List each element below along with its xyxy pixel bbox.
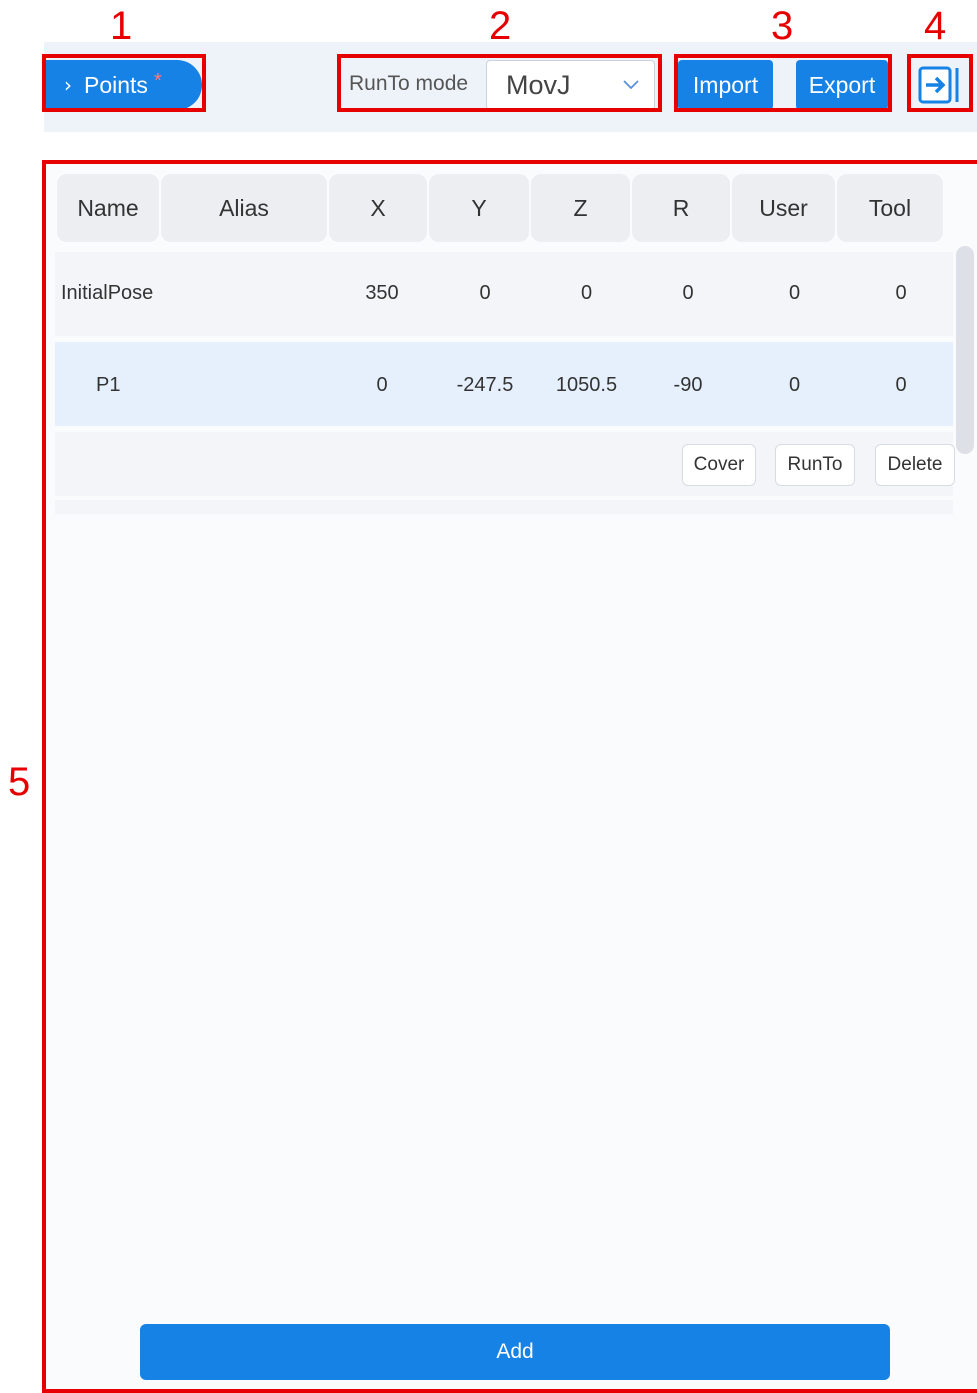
runto-mode-select[interactable]: MovJ — [486, 60, 655, 110]
points-label: Points — [84, 71, 148, 98]
export-button[interactable]: Export — [796, 60, 888, 110]
column-header-tool: Tool — [837, 174, 943, 242]
import-button[interactable]: Import — [678, 60, 773, 110]
annotation-4: 4 — [924, 4, 947, 48]
chevron-down-icon — [623, 80, 639, 90]
runto-mode-label: RunTo mode — [349, 72, 469, 95]
cell-y: 0 — [479, 282, 491, 304]
cell-tool: 0 — [895, 374, 907, 396]
cell-name: P1 — [96, 374, 121, 396]
cell-tool: 0 — [895, 282, 907, 304]
cell-x: 0 — [376, 374, 388, 396]
cell-z: 0 — [580, 282, 593, 304]
cell-name: InitialPose — [61, 282, 154, 304]
runto-button[interactable]: RunTo — [775, 444, 855, 486]
add-point-button[interactable]: Add — [140, 1324, 890, 1380]
cell-z: 1050.5 — [555, 374, 618, 396]
cell-user: 0 — [788, 374, 801, 396]
delete-button[interactable]: Delete — [875, 444, 955, 486]
cover-button[interactable]: Cover — [682, 444, 756, 486]
annotation-3: 3 — [771, 4, 794, 48]
annotation-2: 2 — [489, 4, 512, 48]
unsaved-marker: * — [153, 69, 162, 92]
table-scrollbar[interactable] — [956, 246, 974, 454]
column-header-alias: Alias — [161, 174, 327, 242]
cell-r: 0 — [682, 282, 694, 304]
cell-y: -247.5 — [456, 374, 514, 396]
column-header-name: Name — [57, 174, 159, 242]
collapse-panel-icon[interactable] — [916, 62, 962, 108]
chevron-right-icon: › — [64, 73, 72, 97]
annotation-1: 1 — [110, 4, 133, 48]
points-toggle-button[interactable]: › Points * — [44, 60, 202, 110]
column-header-r: R — [632, 174, 730, 242]
runto-mode-value: MovJ — [506, 69, 571, 100]
column-header-y: Y — [429, 174, 529, 242]
row-divider — [55, 500, 953, 514]
cell-r: -90 — [673, 374, 703, 396]
column-header-x: X — [329, 174, 427, 242]
annotation-5: 5 — [8, 760, 31, 804]
cell-x: 350 — [365, 282, 399, 304]
cell-user: 0 — [788, 282, 801, 304]
column-header-user: User — [732, 174, 835, 242]
column-header-z: Z — [531, 174, 630, 242]
